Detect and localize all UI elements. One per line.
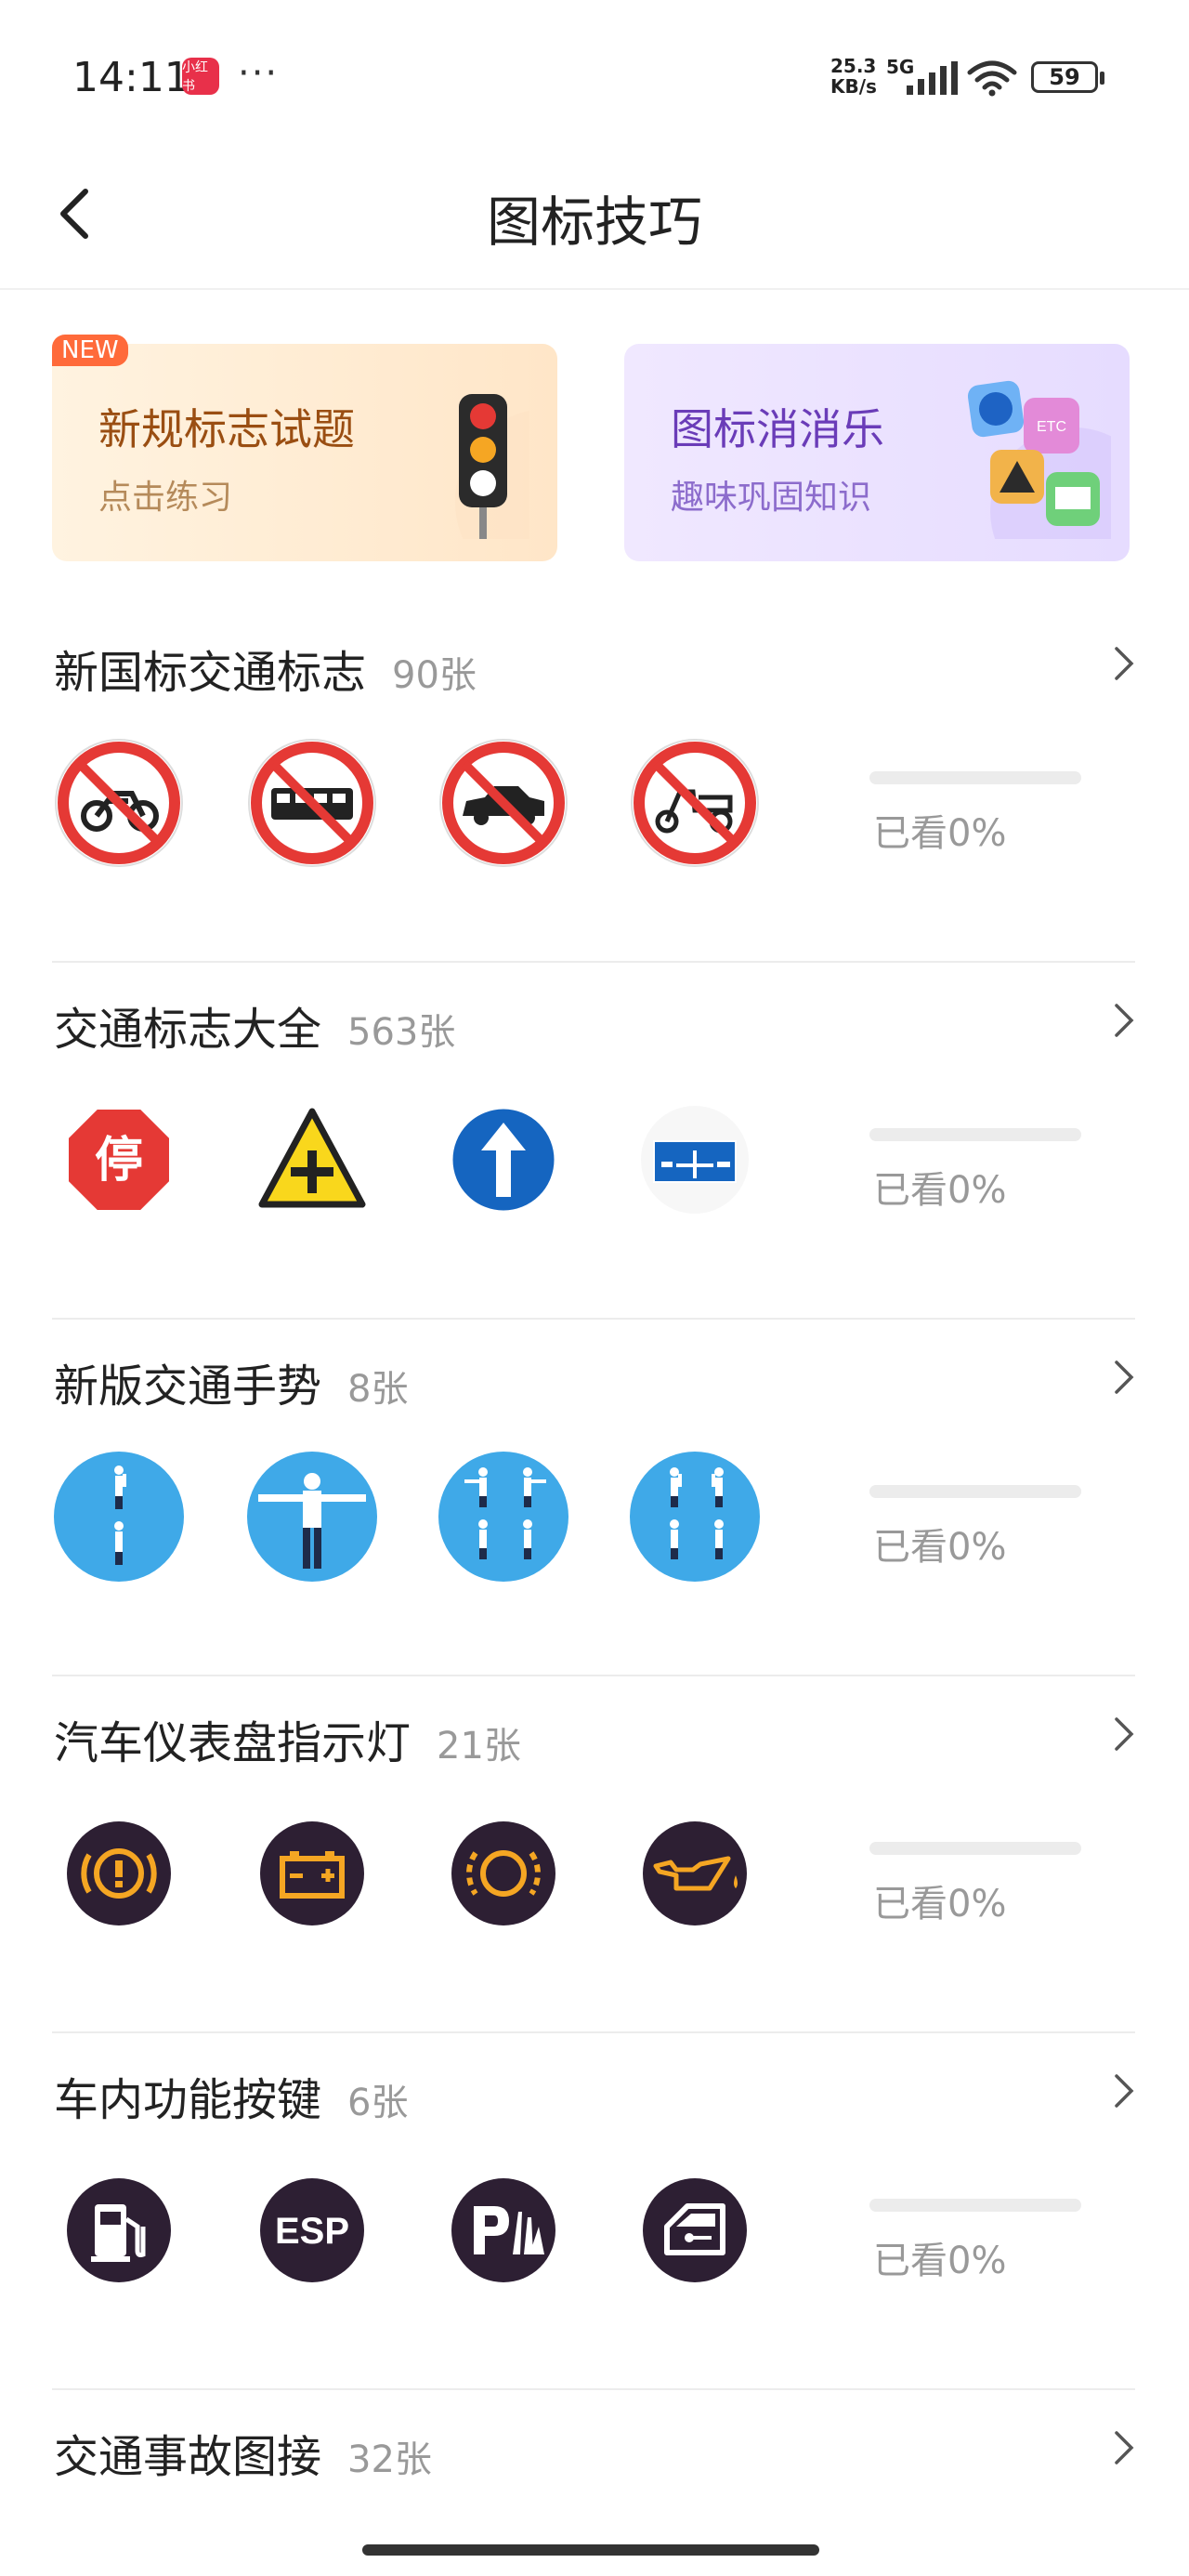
section-header[interactable]: 交通标志大全 563张: [52, 963, 1135, 1065]
police-gesture-right-turn-icon[interactable]: [628, 1450, 762, 1584]
viewed-percent: 已看0%: [873, 2240, 1007, 2282]
section-count: 563张: [347, 1011, 456, 1054]
section-title-wrap: 车内功能按键 6张: [54, 2063, 408, 2128]
progress-bar: [869, 1128, 1081, 1141]
progress-bar: [869, 771, 1081, 784]
icon-match-game-banner[interactable]: 图标消消乐 趣味巩固知识 ETC: [624, 344, 1130, 561]
section-count: 21张: [437, 1725, 521, 1768]
viewed-percent: 已看0%: [873, 1526, 1007, 1569]
brake-pad-icon[interactable]: [437, 1807, 570, 1940]
oil-pressure-icon[interactable]: [628, 1807, 762, 1940]
net-speed-unit: KB/s: [830, 75, 877, 98]
section-accident-diagrams[interactable]: 交通事故图接 32张: [52, 2390, 1135, 2530]
viewed-percent: 已看0%: [873, 1883, 1007, 1925]
section-all-traffic-signs[interactable]: 交通标志大全 563张 停 已看0%: [52, 963, 1135, 1320]
section-header[interactable]: 新版交通手势 8张: [52, 1320, 1135, 1422]
icon-preview-row: ESP: [52, 2163, 832, 2297]
new-badge: NEW: [52, 335, 128, 366]
net-speed: 25.3 KB/s: [830, 56, 877, 97]
go-straight-icon[interactable]: [437, 1093, 570, 1227]
progress-bar: [869, 1485, 1081, 1498]
viewed-percent: 已看0%: [873, 812, 1007, 855]
icon-preview-row: [52, 1807, 832, 1940]
viewed-percent: 已看0%: [873, 1169, 1007, 1212]
section-count: 90张: [392, 654, 477, 697]
section-count: 6张: [347, 2082, 409, 2124]
section-title: 交通标志大全: [54, 1004, 322, 1056]
section-count: 8张: [347, 1368, 409, 1411]
section-new-national-signs[interactable]: 新国标交通标志 90张 已看0%: [52, 606, 1135, 963]
police-gesture-straight-icon[interactable]: [245, 1450, 379, 1584]
icon-preview-row: [52, 1450, 832, 1584]
section-title-wrap: 新国标交通标志 90张: [54, 636, 477, 701]
section-title-wrap: 汽车仪表盘指示灯 21张: [54, 1706, 521, 1771]
stop-sign-icon[interactable]: 停: [52, 1093, 186, 1227]
section-title-wrap: 交通事故图接 32张: [54, 2420, 432, 2485]
icon-preview-row: [52, 736, 832, 870]
svg-text:ETC: ETC: [1037, 419, 1066, 435]
section-header[interactable]: 新国标交通标志 90张: [52, 606, 1135, 708]
new-rule-quiz-banner[interactable]: 新规标志试题 点击练习: [52, 344, 557, 561]
chevron-right-icon: [1115, 1004, 1134, 1037]
signal-icon: [907, 61, 958, 95]
icon-preview-row: 停: [52, 1093, 832, 1227]
section-title: 新国标交通标志: [54, 647, 367, 699]
no-tricycle-icon[interactable]: [628, 736, 762, 870]
esp-text: ESP: [275, 2211, 349, 2252]
battery-indicator: 59: [1031, 61, 1104, 93]
banner-subtitle: 趣味巩固知识: [671, 479, 872, 517]
banner-title: 图标消消乐: [671, 404, 884, 454]
no-bus-icon[interactable]: [245, 736, 379, 870]
fuel-icon[interactable]: [52, 2163, 186, 2297]
sign-tiles-icon: ETC: [967, 380, 1111, 539]
esp-icon[interactable]: ESP: [245, 2163, 379, 2297]
section-dashboard-lights[interactable]: 汽车仪表盘指示灯 21张 已看0%: [52, 1676, 1135, 2033]
banner-title: 新规标志试题: [98, 404, 355, 454]
stop-sign-text: 停: [95, 1133, 143, 1189]
crossroad-warning-icon[interactable]: [245, 1093, 379, 1227]
section-title: 汽车仪表盘指示灯: [54, 1717, 412, 1769]
nav-header: 图标技巧: [0, 139, 1189, 290]
police-gesture-stop-icon[interactable]: [52, 1450, 186, 1584]
app-notification-icon: 小红书: [182, 58, 219, 95]
no-car-icon[interactable]: [437, 736, 570, 870]
status-bar: 14:11 小红书 ··· 25.3 KB/s 5G 59: [0, 0, 1189, 139]
door-lock-icon[interactable]: [628, 2163, 762, 2297]
progress-bar: [869, 2199, 1081, 2212]
net-speed-value: 25.3: [830, 55, 877, 77]
home-indicator[interactable]: [362, 2544, 819, 2556]
brake-warning-icon[interactable]: [52, 1807, 186, 1940]
section-title-wrap: 交通标志大全 563张: [54, 992, 455, 1058]
section-header[interactable]: 车内功能按键 6张: [52, 2033, 1135, 2136]
section-car-buttons[interactable]: 车内功能按键 6张 ESP 已看0%: [52, 2033, 1135, 2390]
more-notifications-icon: ···: [238, 52, 280, 95]
chevron-right-icon: [1115, 1717, 1134, 1751]
section-title-wrap: 新版交通手势 8张: [54, 1349, 408, 1414]
section-title: 新版交通手势: [54, 1360, 322, 1413]
chevron-right-icon: [1115, 2074, 1134, 2108]
battery-warning-icon[interactable]: [245, 1807, 379, 1940]
progress-bar: [869, 1842, 1081, 1855]
direction-board-icon[interactable]: [628, 1093, 762, 1227]
section-header[interactable]: 汽车仪表盘指示灯 21张: [52, 1676, 1135, 1779]
status-time: 14:11: [72, 54, 190, 101]
chevron-right-icon: [1115, 2431, 1134, 2464]
banner-subtitle: 点击练习: [98, 479, 233, 517]
traffic-light-icon: [455, 394, 529, 539]
parking-sensor-icon[interactable]: [437, 2163, 570, 2297]
chevron-right-icon: [1115, 647, 1134, 680]
section-count: 32张: [347, 2438, 432, 2481]
page-title: 图标技巧: [486, 191, 702, 254]
chevron-right-icon: [1115, 1360, 1134, 1394]
police-gesture-left-turn-icon[interactable]: [437, 1450, 570, 1584]
section-header[interactable]: 交通事故图接 32张: [52, 2390, 1135, 2492]
no-motorcycle-icon[interactable]: [52, 736, 186, 870]
wifi-icon: [967, 60, 1017, 97]
section-title: 交通事故图接: [54, 2431, 322, 2483]
section-traffic-gestures[interactable]: 新版交通手势 8张 已看0%: [52, 1320, 1135, 1676]
section-title: 车内功能按键: [54, 2074, 322, 2126]
